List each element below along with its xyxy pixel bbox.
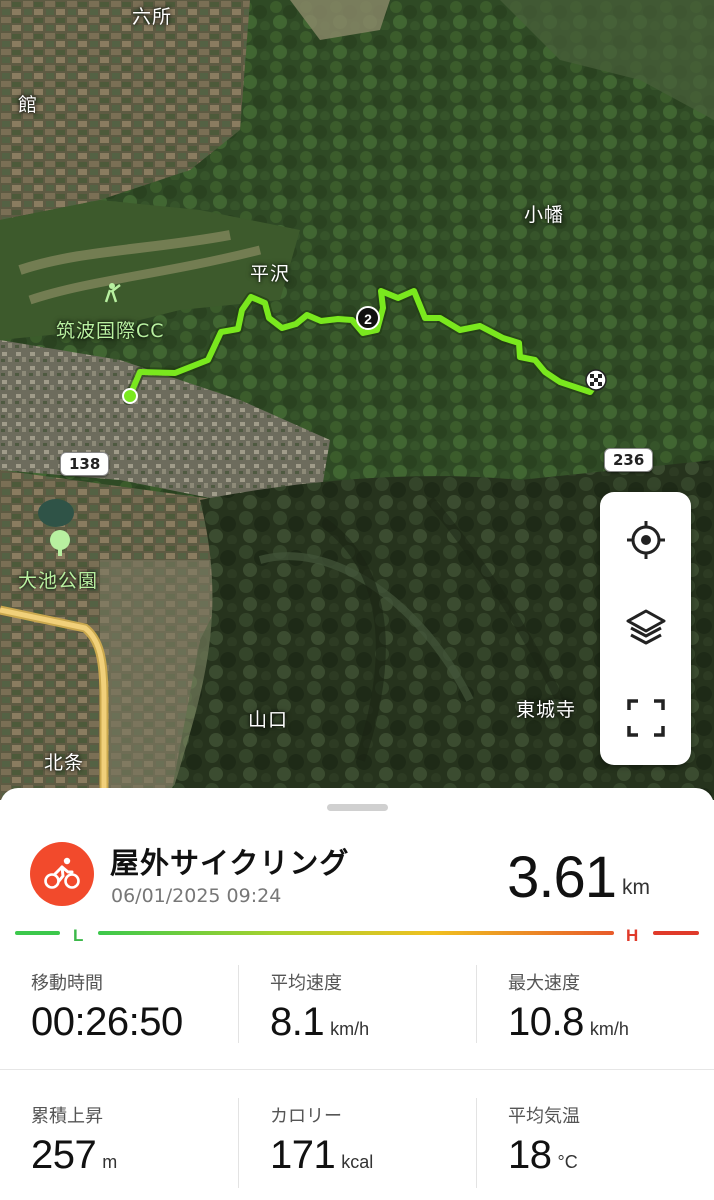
map-controls [600, 492, 691, 765]
place-label: 筑波国際CC [56, 320, 165, 342]
layers-icon [626, 609, 665, 645]
divider [238, 965, 239, 1043]
stat-label: 移動時間 [31, 973, 103, 994]
layers-button[interactable] [600, 588, 691, 668]
locate-button[interactable] [600, 500, 691, 580]
place-label: 北条 [44, 752, 85, 774]
place-label: 大池公園 [18, 570, 99, 592]
stat-value: 171 kcal [270, 1133, 374, 1177]
place-label: 小幡 [524, 204, 565, 226]
stat-unit: kcal [341, 1152, 374, 1172]
stat-unit: °C [557, 1152, 578, 1172]
stat-value: 10.8 km/h [508, 1000, 629, 1044]
divider [238, 1098, 239, 1188]
activity-type-badge [30, 842, 94, 906]
stat-label: カロリー [270, 1106, 342, 1127]
divider [476, 1098, 477, 1188]
map-view[interactable]: 2 六所 館 小幡 平沢 筑波国際CC 大池公園 山口 東城寺 北条 138 2… [0, 0, 714, 800]
distance-unit: km [622, 876, 650, 899]
stat-value: 257 m [31, 1133, 118, 1177]
stat-value: 00:26:50 [31, 1000, 183, 1044]
place-label: 平沢 [250, 263, 291, 285]
activity-title: 屋外サイクリング [110, 846, 350, 880]
locate-icon [626, 521, 665, 559]
activity-panel: 屋外サイクリング 06/01/2025 09:24 3.61 km L H 移動… [0, 788, 714, 1200]
place-label: 東城寺 [516, 699, 577, 721]
stat-unit: km/h [589, 1019, 629, 1039]
km-marker-label: 2 [364, 311, 372, 327]
fullscreen-button[interactable] [600, 678, 691, 758]
fullscreen-icon [626, 699, 665, 737]
stat-label: 累積上昇 [31, 1106, 103, 1127]
activity-date: 06/01/2025 09:24 [111, 885, 282, 907]
divider [0, 1069, 714, 1070]
place-label: 館 [18, 94, 39, 116]
stat-unit: km/h [330, 1019, 370, 1039]
road-shield: 236 [604, 448, 654, 472]
finish-flag-icon [585, 369, 607, 391]
stat-label: 平均速度 [270, 973, 342, 994]
place-label: 山口 [248, 709, 289, 731]
start-marker [122, 388, 138, 404]
scale-high-label: H [626, 926, 639, 945]
bicycle-icon [44, 857, 80, 889]
drag-handle[interactable] [327, 804, 388, 811]
distance-value: 3.61 [507, 845, 617, 910]
stat-label: 最大速度 [508, 973, 580, 994]
stat-value: 18 °C [508, 1133, 578, 1177]
stat-unit: m [102, 1152, 118, 1172]
stat-label: 平均気温 [508, 1106, 580, 1127]
scale-low-label: L [73, 926, 84, 945]
stat-value: 8.1 km/h [270, 1000, 370, 1044]
road-shield: 138 [60, 452, 110, 476]
divider [476, 965, 477, 1043]
place-label: 六所 [132, 6, 173, 28]
speed-color-scale [15, 931, 699, 935]
